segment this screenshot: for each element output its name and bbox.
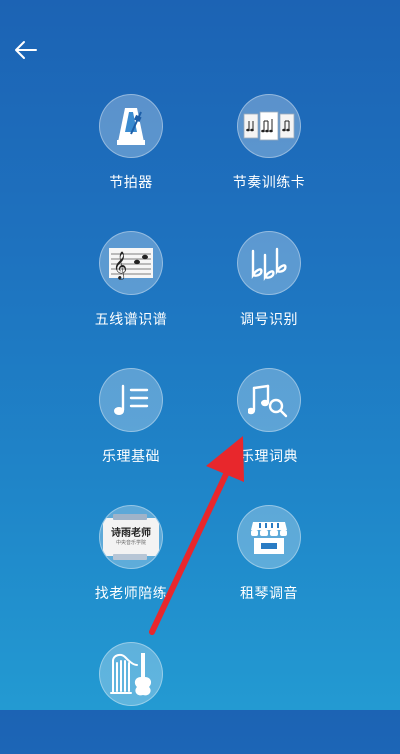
annotation-arrow [149, 436, 244, 635]
